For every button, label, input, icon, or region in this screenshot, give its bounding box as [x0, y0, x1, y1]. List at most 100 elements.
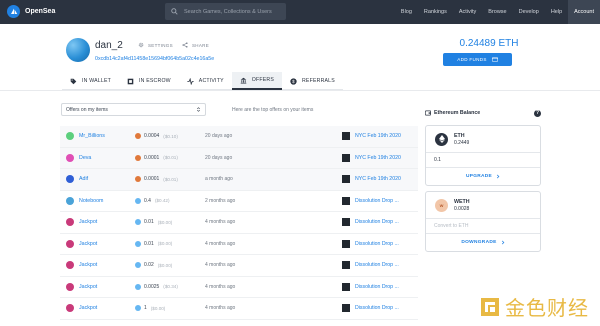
tab-offers[interactable]: OFFERS [231, 72, 282, 90]
offer-item-name: NYC Feb 19th 2020 [355, 176, 401, 183]
offer-user[interactable]: Mr_Billions [66, 132, 105, 141]
item-thumbnail [342, 153, 350, 162]
avatar [66, 38, 90, 62]
upgrade-button[interactable]: UPGRADE [426, 168, 540, 185]
tab-label: ACTIVITY [198, 78, 224, 84]
wallet-address[interactable]: 0xcdb14c2af4d11458e15694bf064b5a02c4e16a… [95, 56, 214, 62]
offer-user[interactable]: Jackpot [66, 304, 98, 313]
weth-coin-icon [135, 133, 141, 140]
share-button[interactable]: SHARE [182, 42, 209, 48]
top-nav: Blog Rankings Activity Browse Develop He… [395, 0, 600, 24]
downgrade-button[interactable]: DOWNGRADE [426, 234, 540, 251]
offer-time: 20 days ago [205, 133, 233, 140]
offer-time: 4 months ago [205, 262, 236, 269]
offer-user[interactable]: Jackpot [66, 282, 97, 291]
offer-time: 4 months ago [205, 219, 236, 226]
add-funds-button[interactable]: ADD FUNDS [443, 53, 512, 66]
eth-coin-icon [135, 283, 141, 290]
offer-amount: 1 [144, 305, 147, 312]
tab-in-wallet[interactable]: IN WALLET [62, 72, 119, 90]
offer-username: Adif [79, 176, 89, 183]
offer-item-name: Dissolution Drop ... [355, 262, 399, 269]
offer-item[interactable]: NYC Feb 19th 2020 [342, 175, 401, 184]
offer-time: 4 months ago [205, 240, 236, 247]
item-thumbnail [342, 175, 350, 184]
settings-button[interactable]: SETTINGS [138, 42, 173, 48]
tab-referrals[interactable]: $ REFERRALS [282, 72, 343, 90]
offer-item[interactable]: Dissolution Drop ... [342, 196, 399, 205]
filter-selected-value: Offers on my items [66, 106, 108, 113]
top-navbar: OpenSea Blog Rankings Activity Browse De… [0, 0, 600, 24]
offer-item[interactable]: Dissolution Drop ... [342, 261, 399, 270]
eth-coin-icon [135, 240, 141, 247]
share-icon [182, 42, 188, 48]
offer-username: Jackpot [79, 305, 98, 312]
nav-browse[interactable]: Browse [482, 0, 512, 24]
nav-develop[interactable]: Develop [513, 0, 545, 24]
offer-row: Jackpot 0.0025 ($0.34) 4 months ago Dissolut… [60, 277, 418, 298]
jinse-watermark: 金色财经 [478, 292, 589, 321]
offer-item[interactable]: Dissolution Drop ... [342, 239, 399, 248]
offer-user[interactable]: Jackpot [66, 218, 97, 227]
user-avatar [66, 196, 74, 205]
search-input[interactable] [184, 8, 284, 15]
offers-filter-select[interactable]: Offers on my items [61, 103, 206, 116]
offer-usd: ($0.00) [157, 219, 173, 225]
offer-price: 1 ($0.00) [135, 305, 165, 312]
offer-item[interactable]: Dissolution Drop ... [342, 218, 399, 227]
tab-in-escrow[interactable]: IN ESCROW [119, 72, 179, 90]
nav-help[interactable]: Help [545, 0, 568, 24]
tab-activity[interactable]: ACTIVITY [179, 72, 232, 90]
user-avatar [66, 282, 74, 291]
offer-amount: 0.0025 [144, 283, 160, 290]
offer-user[interactable]: Deva [66, 153, 92, 162]
offer-time: 20 days ago [205, 154, 233, 161]
offer-row: Adif 0.0001 ($0.01) a month ago NYC Feb 19th… [60, 169, 418, 191]
offer-username: Mr_Billions [79, 133, 105, 140]
escrow-icon [127, 78, 134, 84]
weth-icon: W [435, 198, 448, 212]
ethereum-balance-panel: Ethereum Balance ? [425, 106, 541, 120]
offer-user[interactable]: Noteboom [66, 196, 104, 205]
eth-coin-icon [135, 219, 141, 226]
nav-activity[interactable]: Activity [453, 0, 482, 24]
offer-item[interactable]: Dissolution Drop ... [342, 304, 399, 313]
upgrade-amount-input[interactable] [426, 152, 540, 168]
offer-user[interactable]: Jackpot [66, 261, 97, 270]
user-avatar [66, 132, 74, 141]
offer-user[interactable]: Jackpot [66, 239, 98, 248]
item-thumbnail [342, 218, 350, 227]
tab-label: IN ESCROW [139, 78, 171, 84]
card-icon [491, 57, 498, 62]
nav-account[interactable]: Account [568, 0, 600, 24]
offer-usd: ($0.00) [157, 241, 173, 247]
gear-icon [138, 42, 144, 48]
item-thumbnail [342, 282, 350, 291]
opensea-logo-link[interactable]: OpenSea [7, 5, 55, 18]
downgrade-amount-input[interactable] [426, 218, 540, 234]
panel-title: Ethereum Balance [425, 110, 480, 116]
offer-amount: 0.01 [144, 240, 154, 247]
offer-username: Jackpot [79, 240, 98, 247]
offer-username: Deva [79, 154, 92, 161]
help-icon[interactable]: ? [534, 109, 541, 117]
tab-label: REFERRALS [301, 78, 335, 84]
eth-balance-total: 0.24489 ETH [459, 38, 519, 49]
nav-blog[interactable]: Blog [395, 0, 418, 24]
activity-icon [187, 77, 194, 85]
search-icon [171, 8, 178, 15]
chevron-right-icon [496, 174, 500, 179]
offer-usd: ($0.01) [163, 155, 178, 161]
offer-user[interactable]: Adif [66, 175, 89, 184]
offer-item[interactable]: NYC Feb 19th 2020 [342, 132, 401, 141]
search-bar[interactable] [165, 3, 286, 20]
nav-rankings[interactable]: Rankings [418, 0, 453, 24]
offer-item[interactable]: Dissolution Drop ... [342, 282, 399, 291]
offer-price: 0.02 ($0.00) [135, 262, 172, 269]
offer-price: 0.0025 ($0.34) [135, 283, 178, 290]
weth-balance: 0.0028 [454, 205, 470, 212]
offer-item[interactable]: NYC Feb 19th 2020 [342, 153, 401, 162]
offer-username: Noteboom [79, 197, 104, 204]
user-avatar [66, 218, 74, 227]
tab-label: OFFERS [251, 77, 274, 83]
